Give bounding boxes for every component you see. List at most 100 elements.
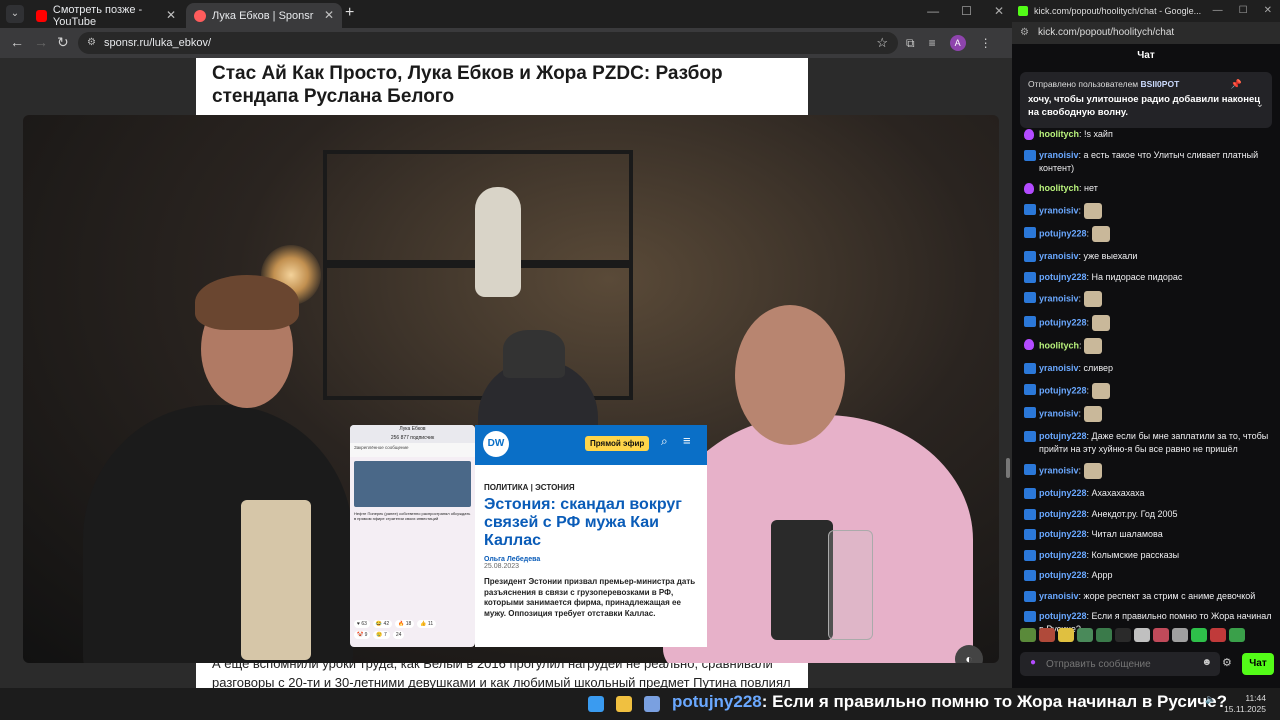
- chat-username[interactable]: potujny228: [1039, 229, 1087, 239]
- emote[interactable]: [1191, 628, 1207, 642]
- coffee-cup: [241, 500, 311, 660]
- subscriber-badge-icon: [1024, 203, 1036, 215]
- chat-username[interactable]: potujny228: [1039, 529, 1087, 539]
- telegram-header: Лука Ебков 256 877 подписчик: [350, 425, 475, 443]
- youtube-icon: [36, 9, 47, 22]
- chat-text: Аррр: [1091, 570, 1113, 581]
- chat-username[interactable]: potujny228: [1039, 509, 1087, 519]
- chat-username[interactable]: potujny228: [1039, 431, 1087, 441]
- close-icon[interactable]: ✕: [1264, 0, 1272, 22]
- chat-username[interactable]: potujny228: [1039, 570, 1087, 580]
- app-icon[interactable]: [644, 696, 660, 712]
- subscriber-badge-icon: [1024, 383, 1036, 395]
- extensions-icon[interactable]: ⧉: [906, 36, 915, 51]
- chat-username[interactable]: yranoisiv: [1039, 363, 1079, 373]
- chat-username[interactable]: hoolitych: [1039, 183, 1079, 193]
- emote[interactable]: [1058, 628, 1074, 642]
- minimize-icon[interactable]: —: [927, 4, 939, 18]
- chat-username[interactable]: potujny228: [1039, 272, 1087, 282]
- mic-icon[interactable]: ●: [1030, 657, 1036, 668]
- subscriber-badge-icon: [1024, 315, 1036, 327]
- emoji-icon[interactable]: ☻: [1201, 657, 1212, 668]
- emote[interactable]: [1172, 628, 1188, 642]
- emote[interactable]: [1229, 628, 1245, 642]
- close-tab-icon[interactable]: ✕: [324, 8, 334, 22]
- article-title: Стас Ай Как Просто, Лука Ебков и Жора PZ…: [212, 63, 723, 107]
- pinned-message[interactable]: Отправлено пользователем BSII0POT хочу, …: [1020, 72, 1272, 128]
- host-middle-cap: [503, 330, 565, 378]
- kebab-menu-icon[interactable]: ⋮: [980, 36, 992, 50]
- tab-youtube[interactable]: Смотреть позже - YouTube ✕: [28, 3, 184, 28]
- chat-message: yranoisiv:: [1024, 291, 1274, 308]
- chat-username[interactable]: potujny228: [1039, 611, 1087, 621]
- scrollbar[interactable]: [1004, 58, 1012, 688]
- reaction: 🔥 18: [395, 620, 415, 628]
- toolbar-icons: ⧉ ≡ A ⋮: [906, 35, 992, 51]
- pinned-text: хочу, чтобы улитошное радио добавили нак…: [1028, 94, 1261, 118]
- emote[interactable]: [1020, 628, 1036, 642]
- site-info-icon[interactable]: ⚙: [87, 32, 96, 54]
- chat-username[interactable]: yranoisiv: [1039, 205, 1079, 215]
- chat-text: Читал шаламова: [1091, 529, 1163, 540]
- chat-username[interactable]: potujny228: [1039, 385, 1087, 395]
- volume-icon[interactable]: 🔈: [1205, 694, 1216, 705]
- bust-sculpture: [475, 187, 521, 297]
- chat-username[interactable]: yranoisiv: [1039, 251, 1079, 261]
- chat-username[interactable]: potujny228: [1039, 488, 1087, 498]
- chat-username[interactable]: yranoisiv: [1039, 294, 1079, 304]
- reload-icon[interactable]: ↻: [57, 34, 69, 51]
- emote[interactable]: [1134, 628, 1150, 642]
- minimize-icon[interactable]: —: [1213, 0, 1223, 22]
- emote[interactable]: [1096, 628, 1112, 642]
- video-control-icon[interactable]: ◐: [955, 645, 983, 663]
- send-chat-button[interactable]: Чат: [1242, 653, 1274, 675]
- chat-message: potujny228:: [1024, 382, 1274, 399]
- chat-username[interactable]: yranoisiv: [1039, 409, 1079, 419]
- new-tab-icon[interactable]: +: [345, 4, 354, 22]
- emote[interactable]: [1077, 628, 1093, 642]
- chat-messages: hoolitych: !s хайп yranoisiv: а есть тако…: [1024, 128, 1274, 644]
- site-info-icon[interactable]: ⚙: [1020, 22, 1029, 44]
- windows-start-icon[interactable]: [588, 696, 604, 712]
- clock[interactable]: 11:44 15.11.2025: [1224, 693, 1266, 715]
- tab-search-button[interactable]: ⌄: [6, 5, 24, 23]
- media-controls-icon[interactable]: ≡: [929, 36, 936, 50]
- emote[interactable]: [1210, 628, 1226, 642]
- scrollbar-thumb[interactable]: [1006, 458, 1010, 478]
- chat-text: нет: [1084, 183, 1098, 194]
- maximize-icon[interactable]: ☐: [961, 4, 972, 18]
- video-player[interactable]: Лука Ебков 256 877 подписчик Закреплённо…: [23, 115, 999, 663]
- close-icon[interactable]: ✕: [994, 4, 1004, 18]
- pin-icon[interactable]: 📌: [1231, 79, 1242, 90]
- chat-username[interactable]: hoolitych: [1039, 341, 1079, 351]
- emote[interactable]: [1115, 628, 1131, 642]
- emote[interactable]: [1153, 628, 1169, 642]
- gear-icon[interactable]: ⚙: [1222, 656, 1232, 669]
- back-icon[interactable]: ←: [10, 34, 24, 50]
- host-right-head: [735, 305, 845, 445]
- chevron-down-icon[interactable]: ⌄: [1256, 99, 1264, 110]
- maximize-icon[interactable]: ☐: [1239, 0, 1248, 22]
- chat-text: сливер: [1083, 362, 1114, 373]
- chat-username[interactable]: yranoisiv: [1039, 466, 1079, 476]
- close-tab-icon[interactable]: ✕: [166, 8, 176, 22]
- bookmark-star-icon[interactable]: ☆: [876, 32, 888, 54]
- chat-username[interactable]: yranoisiv: [1039, 150, 1079, 160]
- chat-username[interactable]: yranoisiv: [1039, 591, 1079, 601]
- chat-username[interactable]: potujny228: [1039, 550, 1087, 560]
- file-explorer-icon[interactable]: [616, 696, 632, 712]
- subscriber-badge-icon: [1024, 250, 1036, 262]
- chat-message: potujny228: На пидорасе пидорас: [1024, 271, 1274, 284]
- chat-emote: [1091, 226, 1110, 243]
- subscriber-badge-icon: [1024, 271, 1036, 283]
- address-bar[interactable]: ⚙ sponsr.ru/luka_ebkov/ ☆: [78, 32, 898, 54]
- chat-input[interactable]: [1046, 655, 1186, 673]
- tab-sponsr[interactable]: Лука Ебков | Sponsr ✕: [186, 3, 342, 28]
- broadcaster-badge-icon: [1024, 183, 1034, 195]
- chat-username[interactable]: hoolitych: [1039, 129, 1079, 139]
- forward-icon[interactable]: →: [34, 34, 48, 50]
- profile-avatar[interactable]: A: [949, 35, 966, 51]
- chat-address-bar[interactable]: ⚙ kick.com/popout/hoolitych/chat: [1012, 22, 1280, 44]
- emote[interactable]: [1039, 628, 1055, 642]
- chat-username[interactable]: potujny228: [1039, 317, 1087, 327]
